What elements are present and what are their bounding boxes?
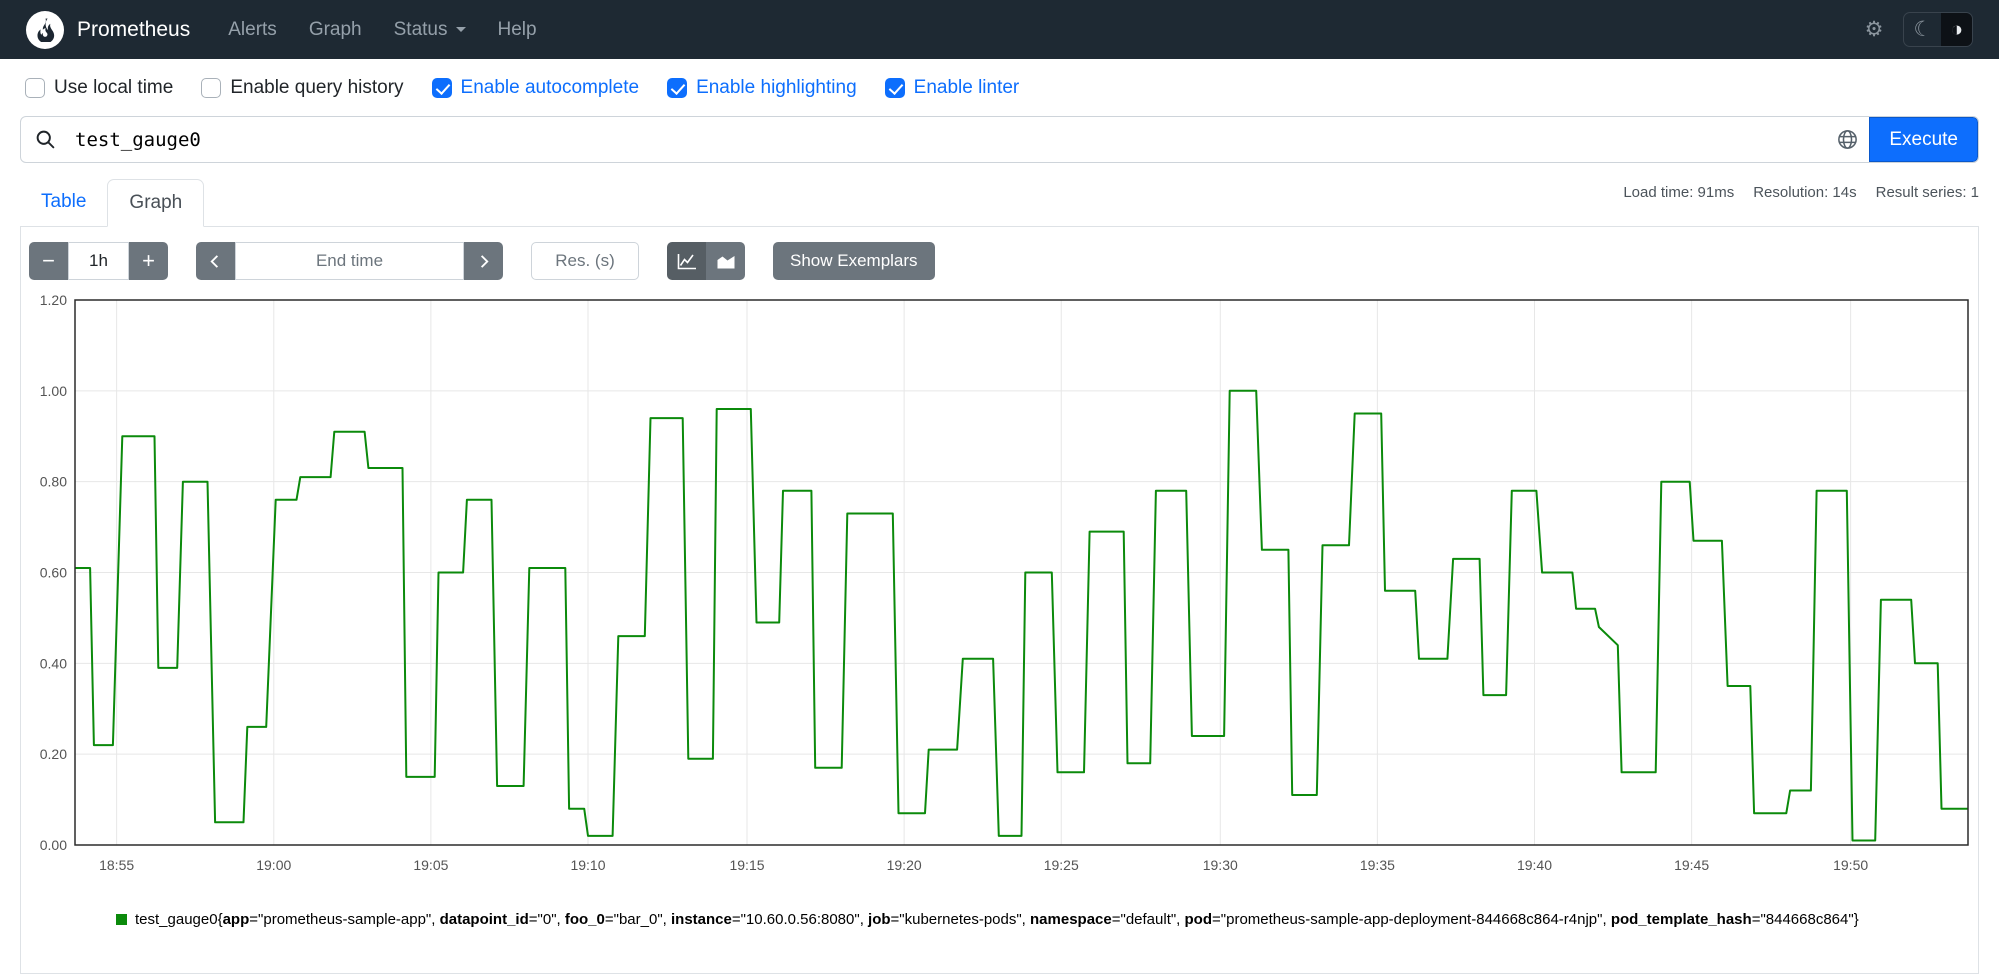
navbar: Prometheus Alerts Graph Status Help ⚙ ☾ … — [0, 0, 1999, 59]
resolution: Resolution: 14s — [1753, 184, 1857, 201]
chevron-right-icon — [480, 254, 489, 268]
option-label: Enable autocomplete — [460, 77, 640, 98]
query-input[interactable] — [69, 117, 1826, 162]
svg-text:1.20: 1.20 — [40, 292, 67, 308]
show-exemplars-button[interactable]: Show Exemplars — [773, 242, 935, 280]
option-use-local-time[interactable]: Use local time — [25, 77, 173, 99]
svg-text:19:50: 19:50 — [1833, 857, 1868, 873]
decrease-range-button[interactable]: − — [29, 242, 68, 280]
search-icon — [21, 117, 69, 162]
option-enable-highlighting[interactable]: Enable highlighting — [667, 77, 857, 99]
svg-text:19:45: 19:45 — [1674, 857, 1709, 873]
chart[interactable]: 0.00 0.20 0.40 0.60 0.80 1.00 1.20 18:55 19:00 19… — [21, 280, 1978, 891]
theme-toggle-group: ☾ ◑ — [1903, 12, 1973, 47]
svg-text:0.00: 0.00 — [40, 837, 67, 853]
svg-text:19:20: 19:20 — [887, 857, 922, 873]
time-series-chart[interactable]: 0.00 0.20 0.40 0.60 0.80 1.00 1.20 18:55 19:00 19… — [29, 288, 1970, 886]
navbar-actions: ⚙ ☾ ◑ — [1857, 12, 1973, 47]
svg-text:19:15: 19:15 — [729, 857, 764, 873]
svg-text:19:00: 19:00 — [256, 857, 291, 873]
line-chart-icon[interactable] — [667, 242, 706, 280]
tab-table[interactable]: Table — [20, 179, 107, 227]
brand-title: Prometheus — [77, 17, 191, 41]
legend[interactable]: test_gauge0{app="prometheus-sample-app",… — [21, 891, 1978, 928]
option-enable-linter[interactable]: Enable linter — [884, 77, 1020, 99]
legend-text: test_gauge0{app="prometheus-sample-app",… — [135, 911, 1859, 928]
contrast-theme-icon[interactable]: ◑ — [1941, 13, 1972, 46]
tab-graph[interactable]: Graph — [107, 179, 205, 227]
rewind-time-button[interactable] — [196, 242, 235, 280]
query-bar: Execute — [20, 116, 1979, 163]
query-options: Use local time Enable query history Enab… — [0, 59, 1999, 113]
svg-text:19:05: 19:05 — [413, 857, 448, 873]
increase-range-button[interactable]: + — [129, 242, 168, 280]
stacked-chart-icon[interactable] — [706, 242, 745, 280]
option-label: Enable highlighting — [696, 77, 857, 98]
checkbox — [431, 78, 452, 98]
chart-type-toggle — [667, 242, 745, 280]
chevron-left-icon — [210, 254, 219, 268]
query-input-group: Execute — [20, 116, 1979, 163]
moon-icon[interactable]: ☾ — [1904, 13, 1941, 46]
forward-time-button[interactable] — [464, 242, 503, 280]
nav-item-help[interactable]: Help — [498, 19, 537, 41]
checkbox — [201, 78, 222, 98]
execute-button[interactable]: Execute — [1869, 117, 1978, 162]
nav-item-alerts[interactable]: Alerts — [228, 19, 277, 41]
svg-text:1.00: 1.00 — [40, 383, 67, 399]
tabs: Table Graph — [20, 179, 205, 227]
svg-text:18:55: 18:55 — [99, 857, 134, 873]
graph-panel: − + Show Exemplars 0.00 0.20 0.40 0.60 0.80 1… — [20, 227, 1979, 974]
range-controls: − + — [29, 242, 168, 280]
time-controls — [196, 242, 503, 280]
svg-text:19:25: 19:25 — [1044, 857, 1079, 873]
svg-text:19:40: 19:40 — [1517, 857, 1552, 873]
svg-text:0.80: 0.80 — [40, 474, 67, 490]
result-series: Result series: 1 — [1875, 184, 1979, 201]
svg-text:0.60: 0.60 — [40, 565, 67, 581]
series-swatch — [116, 914, 127, 925]
resolution-input[interactable] — [531, 242, 639, 280]
svg-text:0.20: 0.20 — [40, 746, 67, 762]
metrics-explorer-globe-icon[interactable] — [1825, 117, 1869, 162]
prometheus-flame-icon — [26, 10, 64, 49]
checkbox — [25, 78, 45, 98]
settings-gear-icon[interactable]: ⚙ — [1857, 15, 1892, 44]
svg-text:19:10: 19:10 — [570, 857, 605, 873]
nav-item-status-label: Status — [393, 18, 448, 40]
range-input[interactable] — [68, 242, 129, 280]
brand-link[interactable]: Prometheus — [26, 10, 191, 49]
graph-controls: − + Show Exemplars — [21, 227, 1978, 280]
svg-text:0.40: 0.40 — [40, 655, 67, 671]
chevron-down-icon — [455, 27, 466, 32]
load-time: Load time: 91ms — [1623, 184, 1735, 201]
checkbox — [884, 78, 905, 98]
option-label: Use local time — [54, 77, 174, 98]
end-time-input[interactable] — [235, 242, 464, 280]
nav-item-graph[interactable]: Graph — [309, 19, 362, 41]
nav-links: Alerts Graph Status Help — [228, 19, 536, 41]
svg-text:19:35: 19:35 — [1360, 857, 1395, 873]
nav-item-status[interactable]: Status — [394, 19, 466, 41]
option-enable-autocomplete[interactable]: Enable autocomplete — [431, 77, 640, 99]
option-label: Enable linter — [913, 77, 1020, 98]
tabs-row: Table Graph Load time: 91ms Resolution: … — [20, 179, 1979, 227]
query-stats: Load time: 91ms Resolution: 14s Result s… — [1623, 184, 1979, 201]
checkbox — [667, 78, 688, 98]
svg-text:19:30: 19:30 — [1203, 857, 1238, 873]
option-label: Enable query history — [230, 77, 404, 98]
option-enable-query-history[interactable]: Enable query history — [201, 77, 404, 99]
